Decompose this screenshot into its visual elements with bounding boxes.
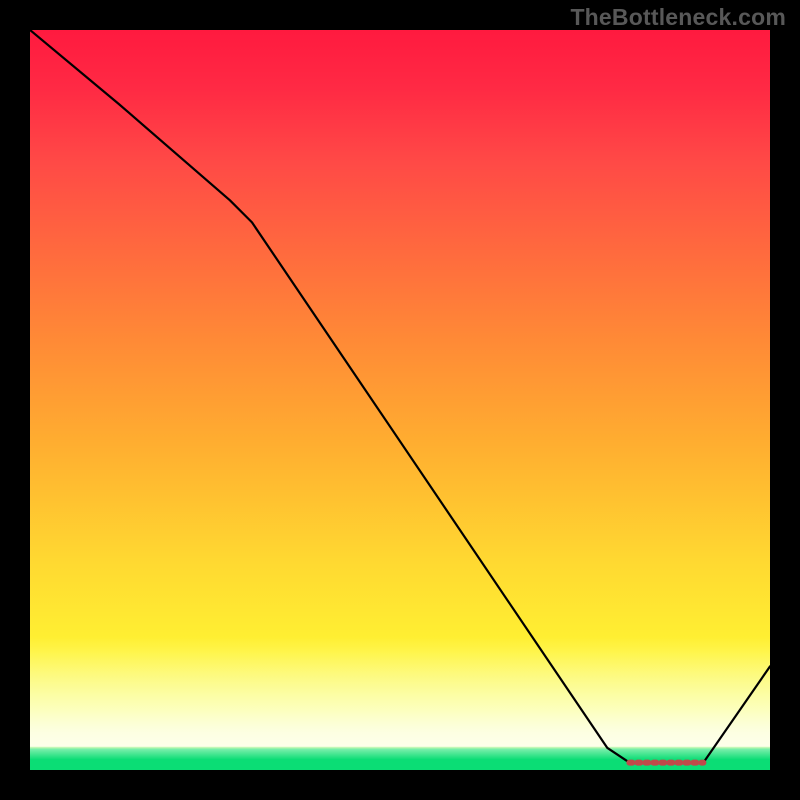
chart-frame: TheBottleneck.com — [0, 0, 800, 800]
series-line-layer — [30, 30, 770, 770]
bottleneck-curve-path — [30, 30, 770, 763]
watermark-text: TheBottleneck.com — [570, 4, 786, 31]
plot-area — [30, 30, 770, 770]
